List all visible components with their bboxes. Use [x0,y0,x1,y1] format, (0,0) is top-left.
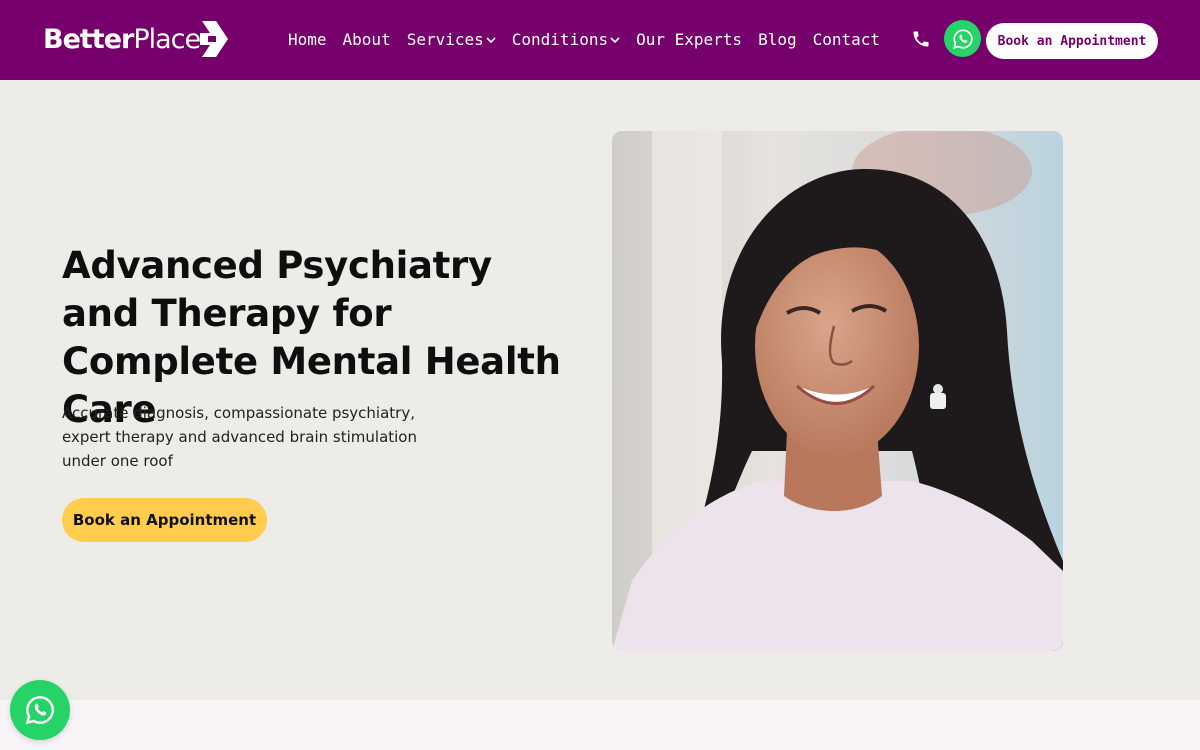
whatsapp-button[interactable] [944,20,981,57]
hero-subtitle: Accurate diagnosis, compassionate psychi… [62,404,417,470]
logo-arrow-icon [200,21,229,57]
chevron-down-icon [486,36,496,43]
brand-logo[interactable]: BetterPlace [43,19,230,59]
main-menu: Home About Services Conditions Our Exper… [288,30,896,49]
nav-about[interactable]: About [343,30,391,49]
nav-our-experts[interactable]: Our Experts [636,30,742,49]
nav-blog[interactable]: Blog [758,30,797,49]
whatsapp-icon [25,696,54,725]
floating-whatsapp-button[interactable] [10,680,70,740]
top-navbar: BetterPlace Home About Services Conditio… [0,0,1200,80]
nav-home[interactable]: Home [288,30,327,49]
nav-services[interactable]: Services [407,30,496,49]
hero-photo [612,131,1063,651]
logo-wordmark: BetterPlace [43,23,201,55]
phone-icon[interactable] [911,29,931,49]
nav-contact[interactable]: Contact [813,30,880,49]
nav-book-appointment-button[interactable]: Book an Appointment [986,23,1158,59]
whatsapp-icon [952,28,973,49]
hero-book-appointment-button[interactable]: Book an Appointment [62,498,267,542]
chevron-down-icon [610,36,620,43]
next-section [0,700,1200,750]
nav-conditions[interactable]: Conditions [512,30,620,49]
